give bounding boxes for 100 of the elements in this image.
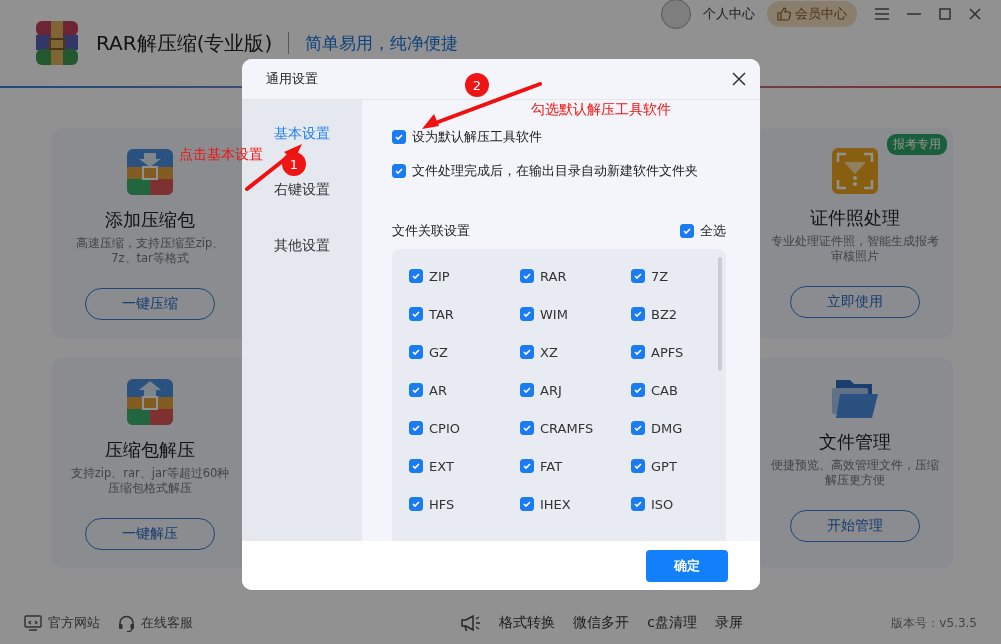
footer-link[interactable]: 官方网站 <box>24 614 100 632</box>
monitor-icon <box>24 615 42 631</box>
checkmark-icon <box>411 499 421 509</box>
close-button[interactable] <box>730 70 748 88</box>
checkbox[interactable] <box>520 459 534 473</box>
format-label: GZ <box>429 344 448 360</box>
format-label: BZ2 <box>651 306 678 322</box>
format-label: CRAMFS <box>540 420 594 436</box>
format-label: WIM <box>540 306 568 322</box>
option-label: 文件处理完成后，在输出目录自动新建软件文件夹 <box>412 162 698 180</box>
checkbox[interactable] <box>409 383 423 397</box>
checkbox[interactable] <box>409 459 423 473</box>
card-description: 专业处理证件照，智能生成报考审核照片 <box>771 234 939 265</box>
format-label: ARJ <box>540 382 562 398</box>
card-title: 证件照处理 <box>810 206 900 230</box>
format-label: HFS <box>429 496 455 512</box>
checkmark-icon <box>522 309 532 319</box>
select-all-label: 全选 <box>700 222 726 240</box>
checkmark-icon <box>633 271 643 281</box>
confirm-button[interactable]: 确定 <box>646 549 728 582</box>
checkbox[interactable] <box>520 345 534 359</box>
checkbox[interactable] <box>520 269 534 283</box>
close-icon[interactable] <box>969 8 981 20</box>
checkbox[interactable] <box>409 345 423 359</box>
menu-icon[interactable] <box>875 8 889 20</box>
tag-label: 报考专用 <box>887 134 947 155</box>
version-label: 版本号：v5.3.5 <box>891 614 977 632</box>
maximize-icon[interactable] <box>939 8 951 20</box>
checkmark-icon <box>633 347 643 357</box>
thumbs-up-icon <box>777 7 791 21</box>
settings-tab[interactable]: 其他设置 <box>274 237 330 255</box>
checkbox[interactable] <box>631 345 645 359</box>
settings-tab[interactable]: 右键设置 <box>274 181 330 199</box>
checkbox[interactable] <box>392 164 406 178</box>
format-label: ZIP <box>429 268 450 284</box>
megaphone-icon <box>461 614 482 632</box>
vip-center-button[interactable]: 会员中心 <box>767 1 857 27</box>
user-center-link[interactable]: 个人中心 <box>703 5 755 23</box>
checkmark-icon <box>411 309 421 319</box>
checkmark-icon <box>522 423 532 433</box>
footer-link[interactable]: 在线客服 <box>118 614 193 632</box>
section-title: 文件关联设置 <box>392 222 470 240</box>
checkmark-icon <box>411 385 421 395</box>
folder-icon <box>832 378 878 418</box>
id-photo-frame-icon <box>832 148 878 194</box>
tool-link[interactable]: c盘清理 <box>647 614 698 632</box>
format-label: 7Z <box>651 268 669 284</box>
format-label: AR <box>429 382 447 398</box>
card-title: 压缩包解压 <box>105 438 195 462</box>
format-label: ISO <box>651 496 674 512</box>
checkbox[interactable] <box>631 307 645 321</box>
scrollbar-thumb[interactable] <box>718 257 722 371</box>
checkbox[interactable] <box>409 307 423 321</box>
app-slogan: 简单易用，纯净便捷 <box>305 31 459 55</box>
format-label: CAB <box>651 382 678 398</box>
format-label: IHEX <box>540 496 571 512</box>
checkmark-icon <box>522 271 532 281</box>
checkbox[interactable] <box>680 224 694 238</box>
checkmark-icon <box>394 132 404 142</box>
format-label: TAR <box>429 306 454 322</box>
format-label: RAR <box>540 268 567 284</box>
checkmark-icon <box>633 423 643 433</box>
checkbox[interactable] <box>520 307 534 321</box>
card-description: 高速压缩，支持压缩至zip、7z、tar等格式 <box>74 236 226 267</box>
card-description: 便捷预览、高效管理文件，压缩解压更方便 <box>771 458 939 489</box>
checkmark-icon <box>411 423 421 433</box>
format-label: CPIO <box>429 420 460 436</box>
checkbox[interactable] <box>409 269 423 283</box>
checkmark-icon <box>633 385 643 395</box>
checkbox[interactable] <box>392 130 406 144</box>
tool-link[interactable]: 微信多开 <box>573 614 630 632</box>
user-avatar[interactable] <box>661 0 691 29</box>
checkmark-icon <box>522 347 532 357</box>
checkmark-icon <box>633 309 643 319</box>
card-title: 文件管理 <box>819 430 891 454</box>
checkbox[interactable] <box>631 421 645 435</box>
checkmark-icon <box>682 226 692 236</box>
card-title: 添加压缩包 <box>105 208 195 232</box>
format-label: GPT <box>651 458 677 474</box>
checkbox[interactable] <box>409 497 423 511</box>
checkbox[interactable] <box>520 421 534 435</box>
checkmark-icon <box>633 461 643 471</box>
checkbox[interactable] <box>520 497 534 511</box>
format-label: APFS <box>651 344 684 360</box>
checkmark-icon <box>411 461 421 471</box>
format-label: EXT <box>429 458 454 474</box>
checkbox[interactable] <box>631 497 645 511</box>
checkbox[interactable] <box>520 383 534 397</box>
headset-icon <box>118 614 135 632</box>
checkbox[interactable] <box>631 459 645 473</box>
annotation-text: 点击基本设置 <box>179 146 263 164</box>
app-logo-icon <box>36 21 78 65</box>
checkbox[interactable] <box>631 383 645 397</box>
dialog-title: 通用设置 <box>266 70 318 88</box>
tool-link[interactable]: 录屏 <box>715 614 744 632</box>
checkbox[interactable] <box>631 269 645 283</box>
tool-link[interactable]: 格式转换 <box>499 614 556 632</box>
settings-tab[interactable]: 基本设置 <box>274 125 330 143</box>
annotation-text: 勾选默认解压工具软件 <box>531 101 671 119</box>
checkbox[interactable] <box>409 421 423 435</box>
